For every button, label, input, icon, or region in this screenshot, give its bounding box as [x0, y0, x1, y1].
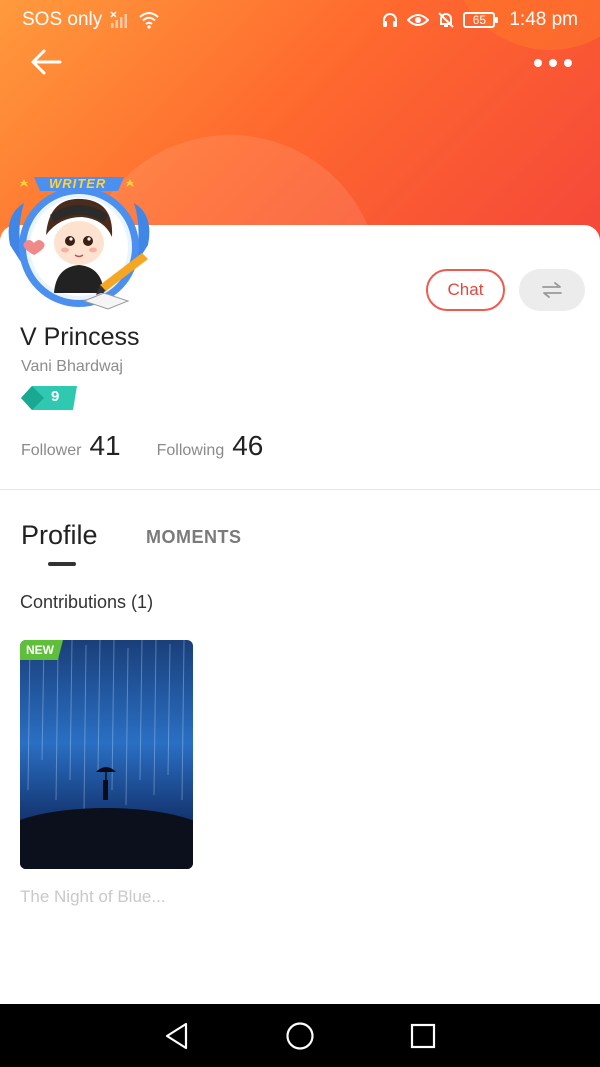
more-dots-icon — [534, 59, 572, 67]
level-number: 9 — [51, 388, 60, 405]
nav-home-button[interactable] — [278, 1014, 322, 1058]
contribution-title[interactable]: The Night of Blue... — [20, 887, 166, 907]
avatar-image — [8, 177, 150, 310]
carrier-text: SOS only — [22, 9, 103, 30]
tab-moments[interactable]: MOMENTS — [146, 527, 242, 548]
status-bar: SOS only 65 1:48 pm — [0, 0, 600, 40]
chat-button[interactable]: Chat — [426, 269, 505, 311]
follow-stats: Follower 41 Following 46 — [21, 430, 299, 462]
bell-muted-icon — [437, 11, 455, 29]
status-left: SOS only — [22, 9, 160, 31]
follower-count[interactable]: 41 — [89, 430, 120, 462]
avatar[interactable]: WRITER — [4, 175, 154, 315]
back-button[interactable] — [26, 42, 66, 82]
writer-badge-label: WRITER — [49, 176, 107, 191]
wifi-icon — [138, 11, 160, 29]
following-count[interactable]: 46 — [232, 430, 263, 462]
nav-recents-icon — [411, 1023, 436, 1048]
nav-home-icon — [286, 1021, 314, 1050]
nav-recents-button[interactable] — [401, 1014, 445, 1058]
status-right: 65 1:48 pm — [381, 9, 578, 31]
eye-icon — [407, 12, 430, 28]
section-divider — [0, 489, 600, 490]
tab-profile[interactable]: Profile — [21, 520, 98, 551]
headphones-icon — [381, 11, 399, 29]
system-nav-bar — [0, 1004, 600, 1067]
swap-arrows-icon — [542, 282, 562, 298]
back-arrow-icon — [31, 49, 62, 75]
username: Vani Bhardwaj — [21, 358, 123, 375]
clock-text: 1:48 pm — [509, 9, 578, 30]
level-badge[interactable]: 9 — [20, 385, 78, 411]
contributions-heading: Contributions (1) — [20, 592, 154, 612]
active-tab-indicator — [48, 562, 76, 566]
display-name: V Princess — [20, 323, 140, 351]
nav-back-button[interactable] — [155, 1014, 199, 1058]
signal-icon — [110, 11, 130, 29]
battery-indicator: 65 — [463, 12, 499, 28]
contribution-cover-image — [20, 640, 193, 869]
more-options-button[interactable] — [528, 48, 578, 78]
contribution-card[interactable]: NEW — [20, 640, 193, 869]
following-label[interactable]: Following — [157, 442, 225, 460]
new-badge: NEW — [20, 640, 63, 660]
follower-label[interactable]: Follower — [21, 442, 81, 460]
nav-back-icon — [165, 1022, 187, 1049]
switch-account-button[interactable] — [519, 269, 585, 311]
